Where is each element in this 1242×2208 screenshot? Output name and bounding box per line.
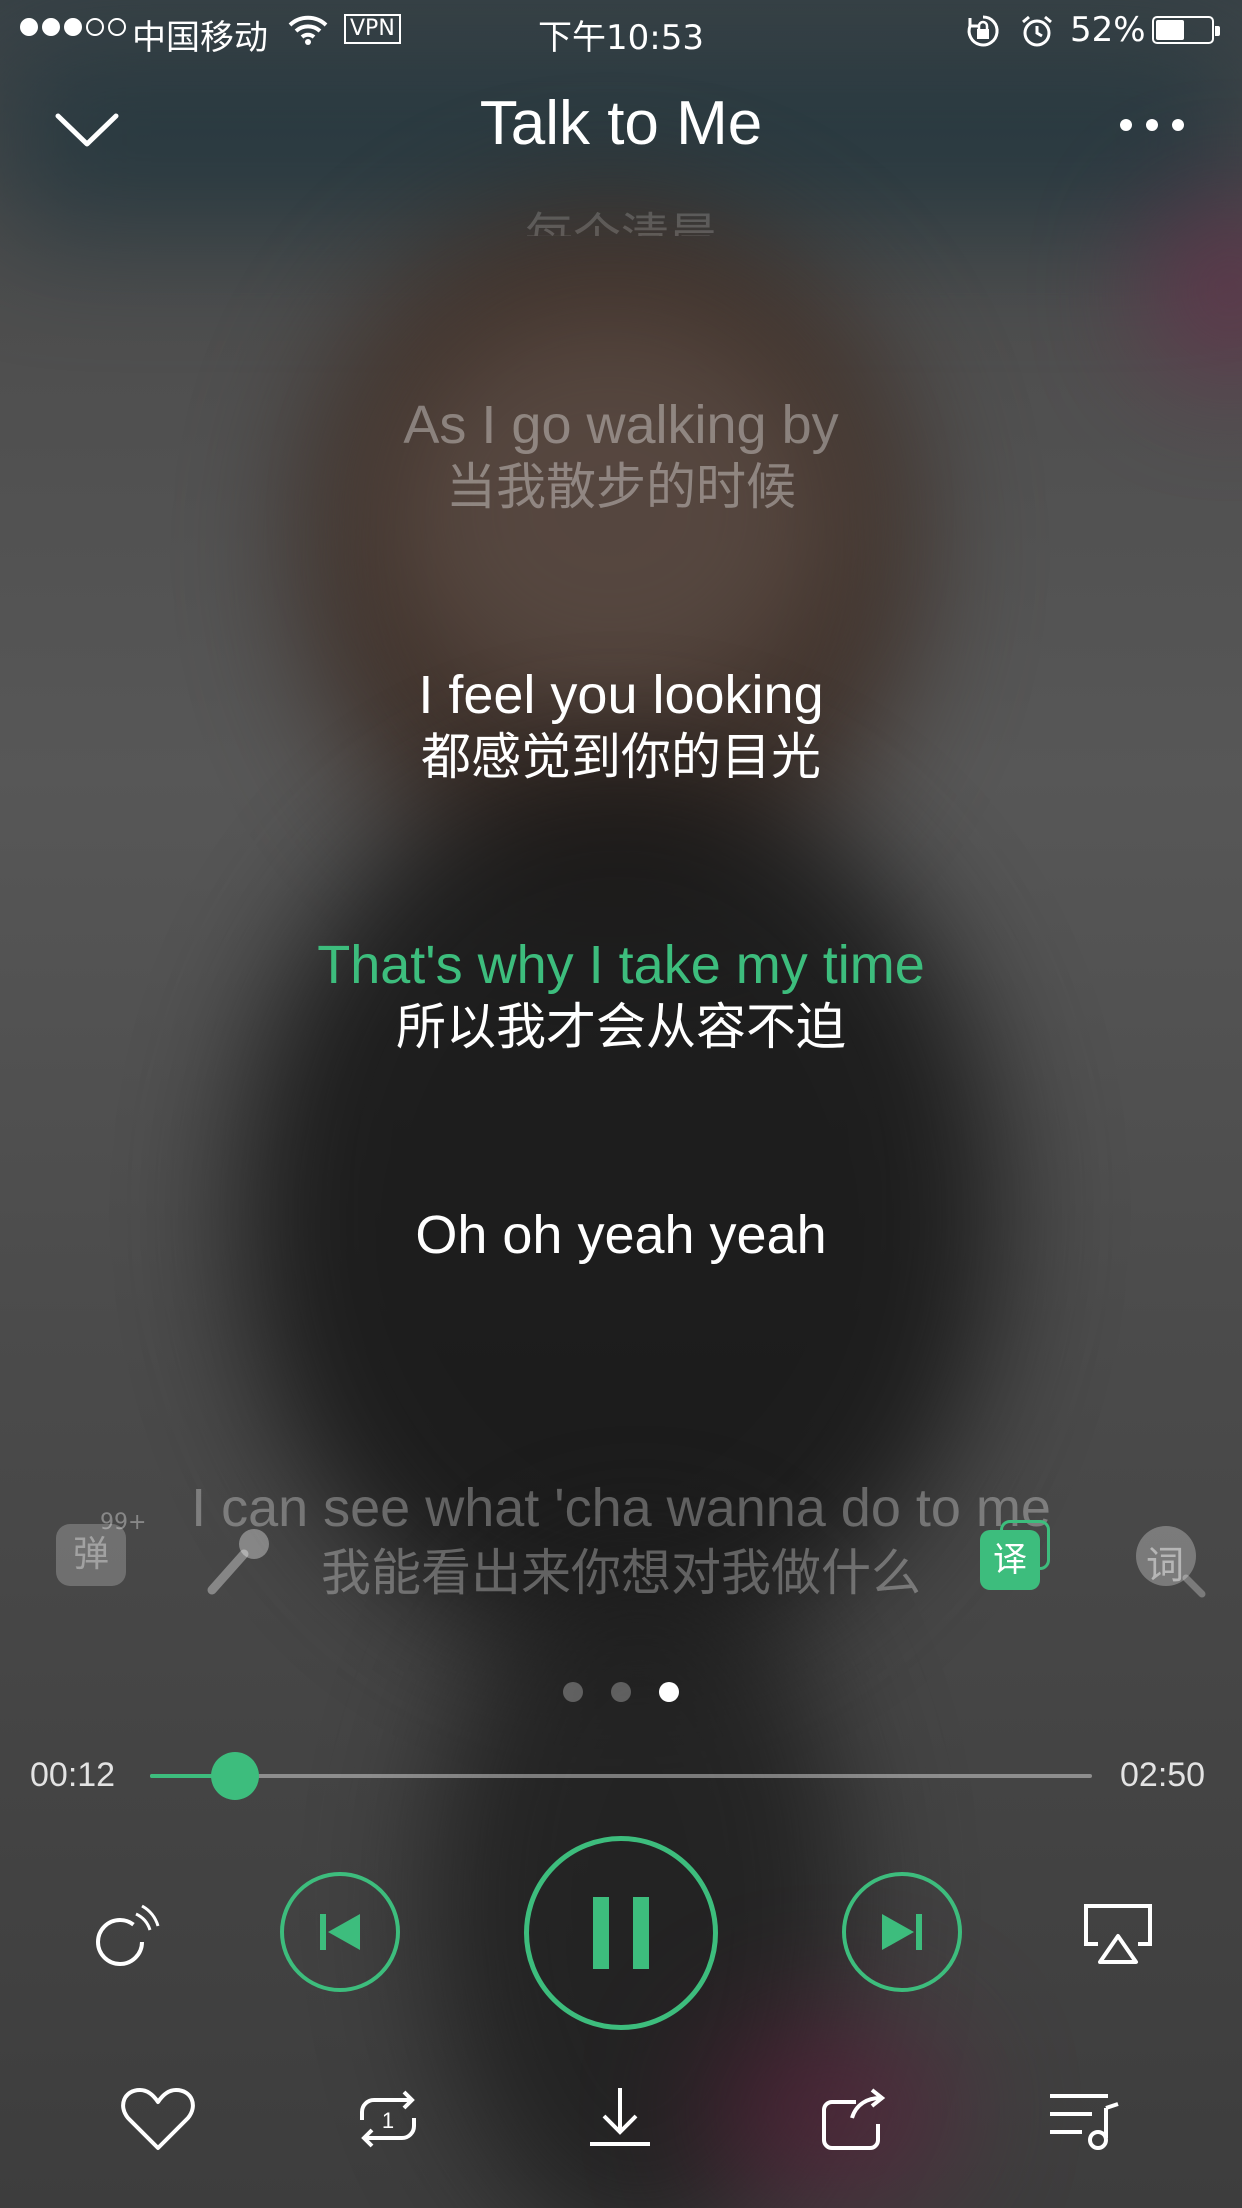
- battery-percent: 52%: [1070, 10, 1146, 50]
- next-track-button[interactable]: [842, 1872, 962, 1992]
- playlist-icon: [1050, 2094, 1119, 2150]
- rotation-lock-icon: [966, 14, 1000, 57]
- page-dot[interactable]: [563, 1682, 583, 1702]
- play-mode-button[interactable]: [86, 1896, 166, 1976]
- like-button[interactable]: [118, 2084, 198, 2154]
- lyric-english: I can see what 'cha wanna do to me: [191, 1478, 1051, 1538]
- pause-icon: [593, 1897, 649, 1969]
- skip-back-icon: [320, 1914, 360, 1950]
- status-bar: 中国移动 VPN 下午10:53 52%: [0, 0, 1242, 62]
- lyric-line-faded: 每个清晨: [524, 208, 717, 236]
- translate-button[interactable]: 译: [980, 1530, 1040, 1590]
- lyric-search-label: 词: [1146, 1543, 1185, 1587]
- battery-icon: [1152, 16, 1220, 44]
- lyric-line-current: That's why I take my time 所以我才会从容不迫: [0, 938, 1242, 1052]
- previous-track-button[interactable]: [280, 1872, 400, 1992]
- progress-thumb[interactable]: [210, 1752, 259, 1800]
- microphone-icon[interactable]: [200, 1520, 280, 1600]
- lyric-chinese: 都感觉到你的目光: [421, 728, 821, 786]
- page-indicator: [0, 1682, 1242, 1702]
- airplay-button[interactable]: [1080, 1900, 1156, 1970]
- airplay-icon: [1084, 1904, 1152, 1964]
- more-icon[interactable]: [1112, 110, 1192, 140]
- alarm-icon: [1020, 14, 1054, 57]
- status-time: 下午10:53: [538, 18, 704, 58]
- lyric-search-button[interactable]: 词: [1134, 1524, 1208, 1598]
- danmu-label: 弹: [72, 1534, 109, 1575]
- repeat-one-icon: 1: [360, 2090, 416, 2148]
- lyric-line: I can see what 'cha wanna do to me 我能看出来…: [171, 1478, 1071, 1598]
- lyric-chinese: 我能看出来你想对我做什么: [321, 1544, 921, 1602]
- heart-icon: [121, 2088, 195, 2150]
- repeat-one-button[interactable]: 1: [348, 2084, 428, 2154]
- translate-label: 译: [993, 1540, 1027, 1580]
- page-dot[interactable]: [611, 1682, 631, 1702]
- lyric-chinese-current: 所以我才会从容不迫: [396, 998, 846, 1056]
- skip-forward-icon: [882, 1914, 922, 1950]
- progress-slider[interactable]: [150, 1752, 1092, 1800]
- download-icon: [590, 2088, 650, 2146]
- lyric-line: I feel you looking 都感觉到你的目光: [0, 668, 1242, 782]
- pause-button[interactable]: [524, 1836, 718, 2030]
- lyric-english: Oh oh yeah yeah: [415, 1205, 827, 1265]
- lyric-english-current: That's why I take my time: [317, 935, 925, 995]
- lyric-line: Oh oh yeah yeah: [0, 1208, 1242, 1262]
- lyric-chinese: 当我散步的时候: [446, 458, 796, 516]
- playlist-button[interactable]: [1044, 2084, 1124, 2154]
- share-button[interactable]: [812, 2084, 892, 2154]
- page-dot-active[interactable]: [659, 1682, 679, 1702]
- lyric-line: As I go walking by 当我散步的时候: [0, 398, 1242, 512]
- share-icon: [822, 2088, 886, 2150]
- lyric-english: I feel you looking: [418, 665, 824, 725]
- total-duration: 02:50: [1120, 1756, 1206, 1794]
- lyric-english: As I go walking by: [403, 395, 839, 455]
- song-title: Talk to Me: [479, 89, 763, 158]
- svg-text:1: 1: [382, 2108, 394, 2133]
- elapsed-time: 00:12: [30, 1756, 116, 1794]
- download-button[interactable]: [580, 2084, 660, 2154]
- danmu-count-badge: 99+: [100, 1510, 147, 1535]
